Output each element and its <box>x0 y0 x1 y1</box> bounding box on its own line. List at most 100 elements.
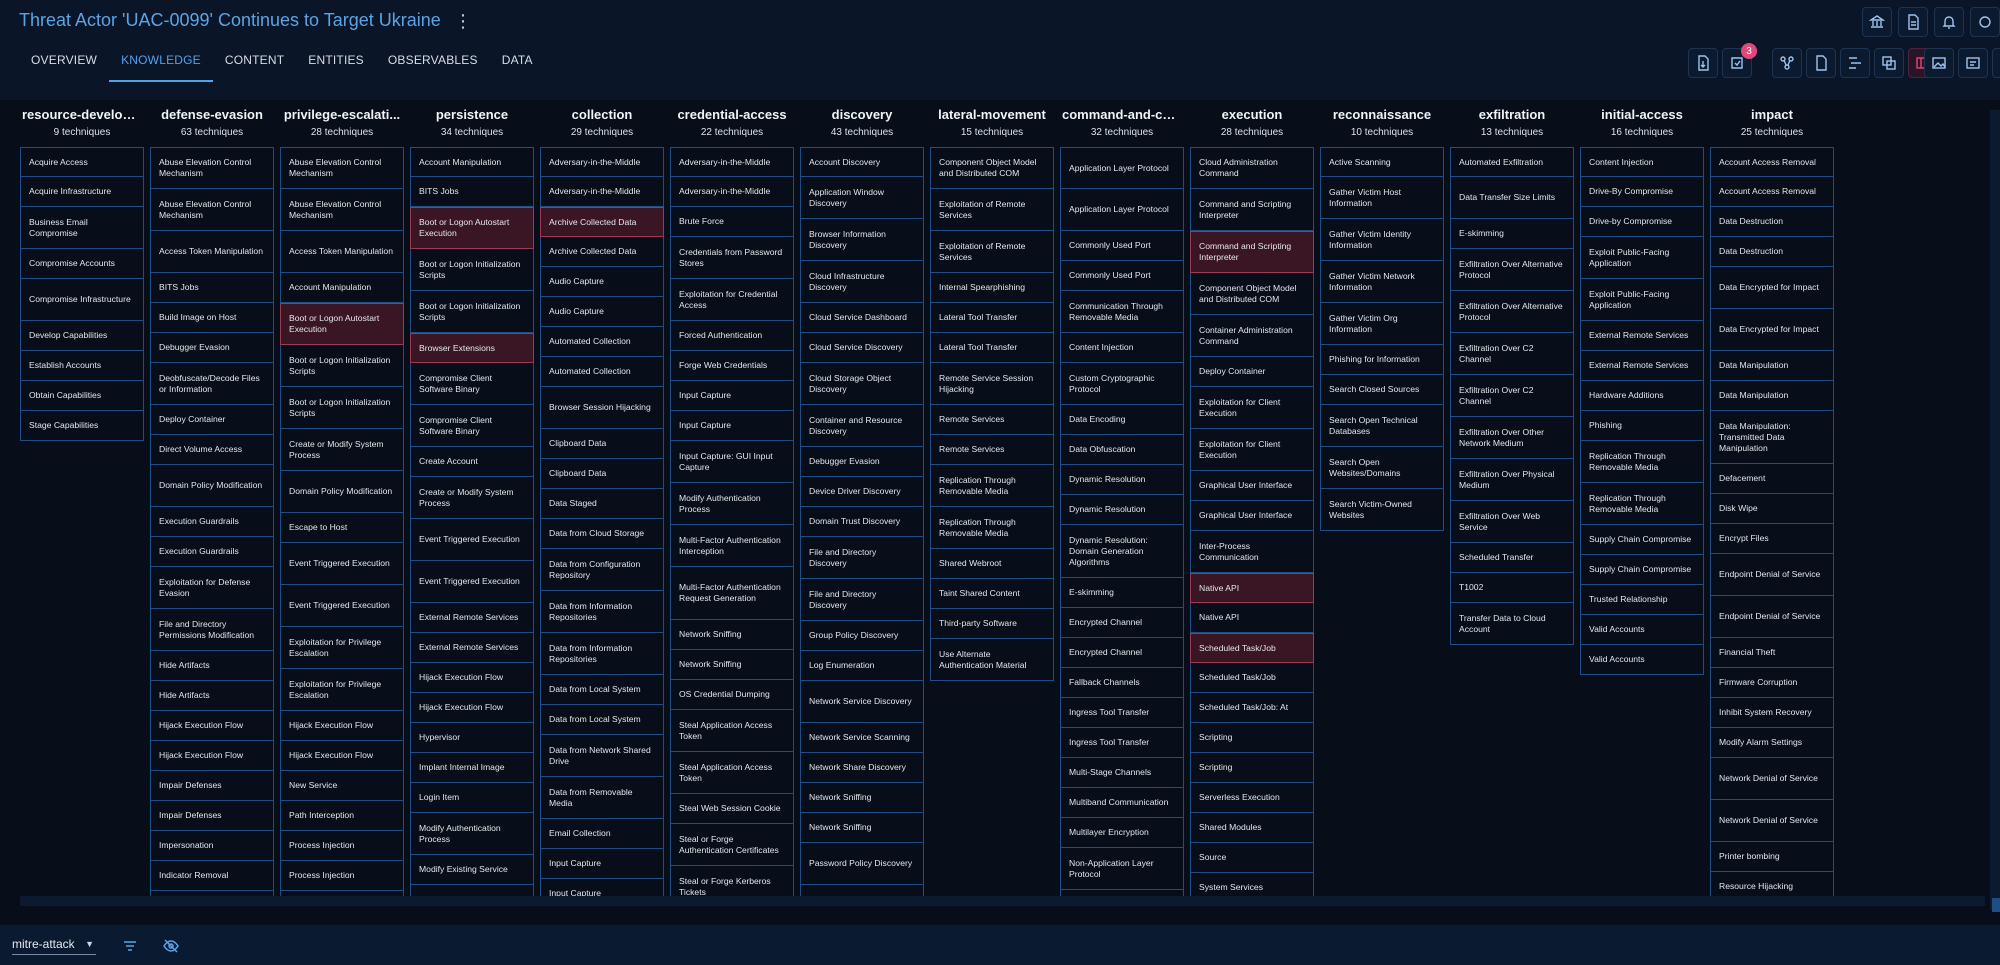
technique-cell[interactable]: Exfiltration Over C2 Channel <box>1450 375 1574 417</box>
technique-cell[interactable]: Login Item <box>410 783 534 813</box>
technique-cell[interactable]: Data from Information Repositories <box>540 633 664 675</box>
technique-cell[interactable]: Phishing for Information <box>1320 345 1444 375</box>
correlation-view-icon[interactable] <box>1874 48 1904 78</box>
technique-cell[interactable]: Adversary-in-the-Middle <box>540 147 664 177</box>
technique-cell[interactable]: Exfiltration Over Other Network Medium <box>1450 417 1574 459</box>
technique-cell[interactable]: Shared Webroot <box>930 549 1054 579</box>
technique-cell[interactable]: Phishing <box>1580 411 1704 441</box>
technique-cell[interactable]: Application Layer Protocol <box>1060 189 1184 231</box>
technique-cell[interactable]: Steal Application Access Token <box>670 752 794 794</box>
technique-cell[interactable]: Process Injection <box>280 831 404 861</box>
technique-cell[interactable]: Develop Capabilities <box>20 321 144 351</box>
technique-cell[interactable]: Dynamic Resolution <box>1060 465 1184 495</box>
file-export-icon[interactable] <box>1688 48 1718 78</box>
technique-cell[interactable]: Exploitation of Remote Services <box>930 231 1054 273</box>
technique-cell[interactable]: Communication Through Removable Media <box>1060 291 1184 333</box>
tab-knowledge[interactable]: KNOWLEDGE <box>109 44 213 82</box>
technique-cell[interactable]: Automated Collection <box>540 357 664 387</box>
technique-cell[interactable]: Gather Victim Network Information <box>1320 261 1444 303</box>
technique-cell[interactable]: Data Manipulation <box>1710 381 1834 411</box>
technique-cell[interactable]: Access Token Manipulation <box>280 231 404 273</box>
technique-cell[interactable]: Hardware Additions <box>1580 381 1704 411</box>
technique-cell[interactable]: Remote Services <box>930 435 1054 465</box>
technique-cell[interactable]: Application Window Discovery <box>800 177 924 219</box>
technique-cell[interactable]: Cloud Service Discovery <box>800 333 924 363</box>
technique-cell[interactable]: Exploitation for Privilege Escalation <box>280 669 404 711</box>
technique-cell[interactable]: Deploy Container <box>1190 357 1314 387</box>
technique-cell[interactable]: E-skimming <box>1450 219 1574 249</box>
technique-cell[interactable]: OS Credential Dumping <box>670 680 794 710</box>
technique-cell[interactable]: Hijack Execution Flow <box>410 663 534 693</box>
technique-cell[interactable]: Deploy Container <box>150 405 274 435</box>
technique-cell[interactable]: Input Capture <box>670 411 794 441</box>
technique-cell[interactable]: Adversary-in-the-Middle <box>670 177 794 207</box>
technique-cell[interactable]: Endpoint Denial of Service <box>1710 596 1834 638</box>
technique-cell[interactable]: Execution Guardrails <box>150 507 274 537</box>
technique-cell[interactable]: File and Directory Discovery <box>800 579 924 621</box>
technique-cell[interactable]: Exploitation of Remote Services <box>930 189 1054 231</box>
technique-cell[interactable]: Exfiltration Over Alternative Protocol <box>1450 291 1574 333</box>
technique-cell[interactable]: Data from Removable Media <box>540 777 664 819</box>
technique-cell[interactable]: Valid Accounts <box>1580 645 1704 675</box>
technique-cell[interactable]: Third-party Software <box>930 609 1054 639</box>
technique-cell[interactable]: Inhibit System Recovery <box>1710 698 1834 728</box>
technique-cell-highlighted[interactable]: Scheduled Task/Job <box>1190 633 1314 663</box>
technique-cell[interactable]: Hijack Execution Flow <box>410 693 534 723</box>
technique-cell[interactable]: Network Sniffing <box>800 813 924 843</box>
scroll-thumb[interactable] <box>1992 898 2000 912</box>
technique-cell[interactable]: Path Interception <box>280 801 404 831</box>
technique-cell[interactable]: Network Share Discovery <box>800 753 924 783</box>
technique-cell[interactable]: Trusted Relationship <box>1580 585 1704 615</box>
technique-cell[interactable]: Access Token Manipulation <box>150 231 274 273</box>
technique-cell[interactable]: Data Destruction <box>1710 237 1834 267</box>
technique-cell[interactable]: Commonly Used Port <box>1060 231 1184 261</box>
technique-cell[interactable]: Component Object Model and Distributed C… <box>930 147 1054 189</box>
technique-cell[interactable]: Account Manipulation <box>280 273 404 303</box>
technique-cell[interactable]: Resource Hijacking <box>1710 872 1834 896</box>
technique-cell[interactable]: Indicator Removal <box>150 861 274 891</box>
content-view-icon[interactable] <box>1806 48 1836 78</box>
graph-view-icon[interactable] <box>1772 48 1802 78</box>
technique-cell[interactable]: Event Triggered Execution <box>280 543 404 585</box>
technique-cell[interactable]: Data from Local System <box>540 705 664 735</box>
technique-cell[interactable]: Multi-Stage Channels <box>1060 758 1184 788</box>
technique-cell[interactable]: Remote Services <box>930 405 1054 435</box>
technique-cell[interactable]: Clipboard Data <box>540 459 664 489</box>
technique-cell[interactable]: Valid Accounts <box>1580 615 1704 645</box>
technique-cell[interactable]: Abuse Elevation Control Mechanism <box>280 147 404 189</box>
share-icon[interactable] <box>1970 7 2000 37</box>
technique-cell[interactable]: Exploitation for Client Execution <box>1190 387 1314 429</box>
technique-cell[interactable]: Network Denial of Service <box>1710 800 1834 842</box>
technique-cell[interactable]: Data Destruction <box>1710 207 1834 237</box>
technique-cell[interactable]: Event Triggered Execution <box>280 585 404 627</box>
technique-cell[interactable]: Steal Application Access Token <box>670 710 794 752</box>
technique-cell[interactable]: Domain Trust Discovery <box>800 507 924 537</box>
technique-cell[interactable]: Replication Through Removable Media <box>930 507 1054 549</box>
technique-cell[interactable]: Multi-Factor Authentication Interception <box>670 525 794 567</box>
technique-cell-highlighted[interactable]: Archive Collected Data <box>540 207 664 237</box>
technique-cell[interactable]: Adversary-in-the-Middle <box>540 177 664 207</box>
technique-cell[interactable]: Steal or Forge Authentication Certificat… <box>670 824 794 866</box>
technique-cell[interactable]: Group Policy Discovery <box>800 621 924 651</box>
technique-cell[interactable]: Abuse Elevation Control Mechanism <box>280 189 404 231</box>
tab-observables[interactable]: OBSERVABLES <box>376 44 490 82</box>
chart-icon[interactable] <box>1992 48 2000 78</box>
vertical-scrollbar[interactable] <box>1990 110 2000 910</box>
technique-cell[interactable]: Data Encrypted for Impact <box>1710 267 1834 309</box>
technique-cell[interactable]: Log Enumeration <box>800 651 924 681</box>
technique-cell[interactable]: Cloud Storage Object Discovery <box>800 363 924 405</box>
technique-cell[interactable]: External Remote Services <box>1580 321 1704 351</box>
technique-cell[interactable]: Create Account <box>410 447 534 477</box>
technique-cell[interactable]: Exploit Public-Facing Application <box>1580 237 1704 279</box>
technique-cell[interactable]: Credentials from Password Stores <box>670 237 794 279</box>
tasks-icon[interactable]: 3 <box>1722 43 1757 78</box>
technique-cell[interactable]: Input Capture <box>540 849 664 879</box>
technique-cell[interactable]: Exploitation for Privilege Escalation <box>280 627 404 669</box>
filter-list-icon[interactable] <box>122 938 138 959</box>
technique-cell[interactable]: Firmware Corruption <box>1710 668 1834 698</box>
technique-cell[interactable]: Forge Web Credentials <box>670 351 794 381</box>
technique-cell[interactable]: Multi-Factor Authentication Request Gene… <box>670 567 794 620</box>
technique-cell[interactable]: Modify Authentication Process <box>670 483 794 525</box>
technique-cell[interactable]: Process Injection <box>280 861 404 891</box>
technique-cell[interactable]: Supply Chain Compromise <box>1580 555 1704 585</box>
